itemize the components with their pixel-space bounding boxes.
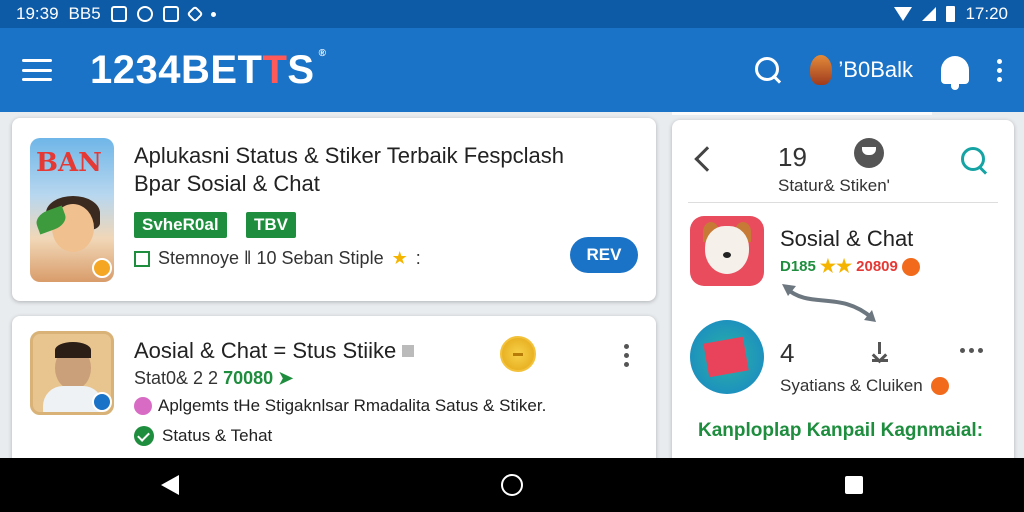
- download-icon[interactable]: [872, 342, 888, 362]
- status-bar: 19:39 BB5 17:20: [0, 0, 1024, 28]
- panel-count: 19: [778, 142, 807, 172]
- checkbox-icon: [134, 250, 150, 267]
- user-avatar: [810, 55, 833, 85]
- chevron-left-icon[interactable]: [694, 146, 720, 172]
- brand-mark: ®: [318, 47, 327, 59]
- carrier-label: BB5: [68, 4, 101, 23]
- circle-home-icon[interactable]: [501, 474, 523, 496]
- side-panel: 19 Statur& Stiken' Sosial & Chat D185 ★★…: [672, 120, 1014, 466]
- kebab-icon[interactable]: [997, 58, 1002, 82]
- card-subtitle: Stat0& 2 2 70080 ➤: [134, 368, 293, 389]
- flower-icon: [134, 397, 152, 415]
- check-icon: [134, 426, 154, 446]
- rating-value: 20809: [856, 258, 898, 275]
- brand-logo[interactable]: 1234BET T S ®: [90, 48, 326, 93]
- lock-notification-icon: [162, 6, 179, 22]
- orange-badge-icon: [930, 377, 949, 395]
- card-description: Aplgemts tHe Stigaknlsar Rmadalita Satus…: [134, 396, 546, 416]
- app-bar: 1234BET T S ® ’B0Balk: [0, 28, 1024, 112]
- more-notifications-icon: [210, 11, 216, 17]
- desc-text: Aplgemts tHe Stigaknlsar Rmadalita Satus…: [158, 396, 547, 415]
- brand-accent: T: [262, 47, 288, 92]
- brand-tail: S: [287, 47, 315, 92]
- battery-icon: [946, 6, 956, 22]
- brand-main: 1234BET: [90, 47, 263, 92]
- signal-icon: [922, 7, 937, 21]
- bell-icon[interactable]: [941, 56, 969, 90]
- user-chip[interactable]: ’B0Balk: [810, 55, 913, 85]
- dog-app-icon[interactable]: [690, 216, 764, 286]
- panel-item2-subtitle: Syatians & Cluiken: [780, 376, 949, 396]
- flag-app-icon[interactable]: [690, 320, 764, 394]
- card-title: Aplukasni Status & Stiker Terbaik Fespcl…: [134, 142, 644, 198]
- divider: [688, 202, 998, 203]
- search-icon[interactable]: [754, 56, 782, 84]
- triangle-back-icon[interactable]: [161, 475, 179, 495]
- arrow-icon: ➤: [278, 368, 294, 388]
- category-tag: SvheR0al: [134, 212, 227, 238]
- sub-number: 70080: [223, 368, 274, 388]
- chat-notification-icon: [136, 6, 153, 22]
- panel-subtitle: Statur& Stiken': [778, 176, 890, 195]
- orange-badge-icon: [901, 257, 920, 276]
- panel-item-title[interactable]: Sosial & Chat: [780, 226, 913, 252]
- card-title: Aosial & Chat = Stus Stiike: [134, 338, 415, 364]
- wifi-icon: [894, 7, 913, 21]
- square-icon: [402, 345, 415, 357]
- panel-badge-icon: [854, 138, 884, 168]
- star-icon: ★: [391, 248, 408, 268]
- status-time-right: 17:20: [965, 4, 1008, 23]
- app-icon-text: BAN: [36, 148, 102, 178]
- panel-item2-subtitle-text: Syatians & Cluiken: [780, 376, 923, 395]
- tag-notification-icon: [186, 5, 204, 23]
- status-time-left: 19:39: [16, 4, 59, 23]
- verified-badge-icon: [92, 258, 112, 278]
- curved-arrow-icon: [782, 284, 876, 322]
- square-recent-icon[interactable]: [845, 476, 863, 494]
- card-meta: Stemnoye ‖ 10 Seban Stiple ★ :: [134, 248, 421, 269]
- panel-link[interactable]: Kanploplap Kanpail Kagnmaial:: [698, 420, 983, 442]
- card-footer: Status & Tehat: [134, 426, 272, 446]
- image-notification-icon: [110, 6, 127, 22]
- hamburger-icon[interactable]: [22, 59, 52, 81]
- coin-icon[interactable]: [500, 336, 536, 372]
- panel-item-rating: D185 ★★ 20809: [780, 256, 920, 277]
- card-title-line1: Aplukasni Status & Stiker Terbaik Fespcl…: [134, 143, 565, 168]
- tab-indicator: [672, 112, 932, 115]
- rating-tag: TBV: [246, 212, 296, 238]
- card2-title-text: Aosial & Chat = Stus Stiike: [134, 338, 397, 363]
- system-nav-bar: [0, 458, 1024, 512]
- panel-item2-number: 4: [780, 338, 795, 368]
- card-title-line2: Bpar Sosial & Chat: [134, 171, 320, 196]
- app-card[interactable]: Aosial & Chat = Stus Stiike Stat0& 2 2 7…: [12, 316, 656, 466]
- stars-icon: ★★: [819, 256, 853, 276]
- meta-text: Stemnoye ‖ 10 Seban Stiple: [158, 248, 384, 268]
- user-label: ’B0Balk: [838, 57, 913, 82]
- foot-text: Status & Tehat: [162, 426, 273, 445]
- review-button[interactable]: REV: [570, 237, 638, 273]
- sub-prefix: Stat0& 2 2: [134, 368, 224, 388]
- more-dots-icon[interactable]: [960, 348, 983, 353]
- messenger-badge-icon: [92, 392, 112, 412]
- kebab-icon[interactable]: [624, 344, 629, 367]
- rating-prefix: D185: [780, 258, 816, 275]
- search-icon[interactable]: [960, 146, 990, 176]
- meta-tail: :: [415, 248, 421, 268]
